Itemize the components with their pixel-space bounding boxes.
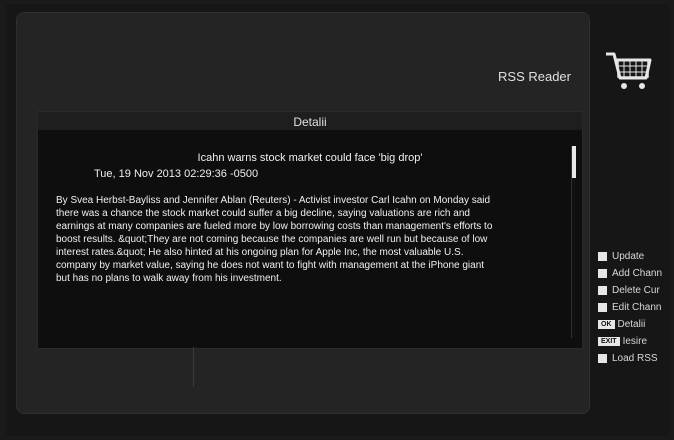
action-menu: Update Add Chann Delete Cur Edit Chann O… [598,248,674,367]
tv-frame: RSS Reader Detalii Icahn warns stock mar… [0,0,674,440]
shopping-cart-icon [602,48,654,94]
details-panel[interactable]: Detalii Icahn warns stock market could f… [37,111,583,349]
menu-delete-current-label: Delete Cur [612,285,660,296]
menu-edit-channel-label: Edit Chann [612,302,662,313]
main-panel: RSS Reader Detalii Icahn warns stock mar… [16,12,590,414]
app-title: RSS Reader [498,69,571,84]
divider [193,347,194,387]
article-body: By Svea Herbst-Bayliss and Jennifer Abla… [56,195,493,284]
menu-details[interactable]: OK Detalii [598,316,674,333]
menu-load-rss[interactable]: Load RSS [598,350,674,367]
scrollbar-thumb[interactable] [572,146,576,178]
menu-details-label: Detalii [617,319,646,330]
menu-edit-channel[interactable]: Edit Chann [598,299,674,316]
menu-exit-label: Iesire [622,336,648,347]
menu-load-rss-label: Load RSS [612,353,658,364]
menu-update-label: Update [612,251,645,262]
article-headline: Icahn warns stock market could face 'big… [197,152,423,164]
menu-add-channel[interactable]: Add Chann [598,265,674,282]
menu-update[interactable]: Update [598,248,674,265]
scrollbar[interactable] [571,146,576,338]
square-bullet-icon [598,269,607,278]
article-date: Tue, 19 Nov 2013 02:29:36 -0500 [94,168,259,180]
square-bullet-icon [598,286,607,295]
square-bullet-icon [598,252,607,261]
details-panel-title: Detalii [38,112,582,130]
menu-delete-current[interactable]: Delete Cur [598,282,674,299]
menu-exit[interactable]: EXIT Iesire [598,333,674,350]
tv-screen: RSS Reader Detalii Icahn warns stock mar… [6,4,670,436]
ok-key-icon: OK [598,320,615,329]
menu-add-channel-label: Add Chann [612,268,663,279]
square-bullet-icon [598,303,607,312]
square-bullet-icon [598,354,607,363]
exit-key-icon: EXIT [598,337,620,346]
